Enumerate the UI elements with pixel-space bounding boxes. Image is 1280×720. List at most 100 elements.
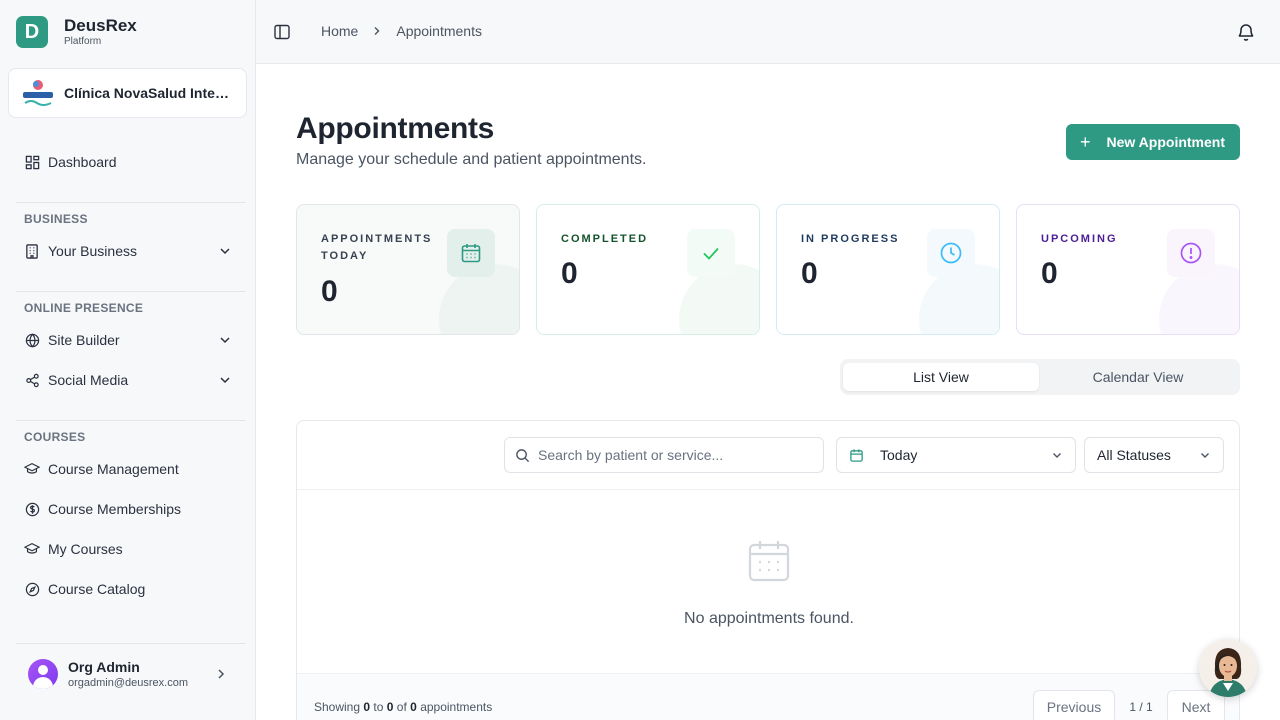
breadcrumb-current: Appointments: [396, 23, 482, 39]
sidebar-item-label: My Courses: [48, 541, 123, 557]
showing-of-label: of: [396, 700, 407, 714]
brand[interactable]: D DeusRex Platform: [16, 16, 137, 48]
sidebar-item-course-management[interactable]: Course Management: [16, 454, 240, 484]
new-appointment-label: New Appointment: [1106, 134, 1225, 150]
chevron-down-icon: [220, 337, 230, 344]
user-name: Org Admin: [68, 659, 140, 675]
organization-name: Clínica NovaSalud Integ…: [64, 85, 236, 101]
stat-label: COMPLETED: [561, 233, 649, 245]
assistant-chat-button[interactable]: [1199, 639, 1257, 697]
chevron-down-icon: [1201, 453, 1209, 458]
sidebar-item-label: Site Builder: [48, 332, 120, 348]
sidebar-item-social-media[interactable]: Social Media: [16, 365, 240, 395]
sidebar-item-label: Your Business: [48, 243, 137, 259]
sidebar-item-dashboard[interactable]: Dashboard: [16, 147, 240, 177]
pagination-footer: Showing 0 to 0 of 0 appointments Previou…: [297, 673, 1239, 720]
brand-name: DeusRex: [64, 16, 137, 35]
page-subtitle: Manage your schedule and patient appoint…: [296, 151, 647, 168]
chevron-right-icon: [371, 25, 383, 37]
sidebar-toggle-icon[interactable]: [273, 23, 291, 41]
dashboard-icon: [24, 154, 40, 170]
view-toggle: List View Calendar View: [840, 359, 1240, 395]
user-menu[interactable]: Org Admin orgadmin@deusrex.com: [16, 650, 240, 698]
calendar-icon: [447, 229, 495, 277]
stat-card-in-progress: IN PROGRESS 0: [776, 204, 1000, 335]
sidebar-item-label: Course Memberships: [48, 501, 182, 517]
sidebar-item-label: Course Catalog: [48, 581, 146, 597]
status-filter-value: All Statuses: [1097, 447, 1171, 463]
dollar-circle-icon: [24, 501, 40, 517]
chevron-down-icon: [1053, 453, 1061, 458]
new-appointment-button[interactable]: + New Appointment: [1066, 124, 1240, 160]
plus-icon: +: [1080, 132, 1091, 152]
organization-switcher[interactable]: Clínica NovaSalud Integ…: [8, 68, 247, 118]
share-icon: [24, 372, 40, 388]
sidebar-item-label: Course Management: [48, 461, 179, 477]
search-box[interactable]: [504, 437, 824, 473]
empty-state: No appointments found.: [297, 539, 1239, 628]
organization-logo: [21, 76, 55, 110]
stat-value: 0: [1041, 257, 1058, 290]
stat-card-appointments-today: APPOINTMENTS TODAY 0: [296, 204, 520, 335]
page-title: Appointments: [296, 112, 495, 145]
showing-label: Showing: [314, 700, 361, 714]
chevron-right-icon: [218, 669, 225, 679]
sidebar-item-label: Social Media: [48, 372, 129, 388]
stat-label: APPOINTMENTS TODAY: [321, 233, 433, 262]
search-input[interactable]: [538, 447, 808, 463]
sidebar-item-site-builder[interactable]: Site Builder: [16, 325, 240, 355]
previous-page-button[interactable]: Previous: [1033, 690, 1115, 720]
sidebar-item-label: Dashboard: [48, 154, 117, 170]
sidebar-item-course-catalog[interactable]: Course Catalog: [16, 574, 240, 604]
stat-card-completed: COMPLETED 0: [536, 204, 760, 335]
avatar: [28, 659, 58, 689]
graduation-cap-icon: [24, 461, 40, 477]
search-icon: [516, 448, 530, 462]
showing-from: 0: [363, 700, 371, 714]
divider: [16, 420, 246, 421]
tab-list-view[interactable]: List View: [843, 363, 1039, 391]
check-icon: [687, 229, 735, 277]
showing-suffix: appointments: [420, 700, 493, 714]
stat-label: IN PROGRESS: [801, 233, 900, 245]
user-info: Org Admin orgadmin@deusrex.com: [68, 658, 188, 690]
tab-calendar-view[interactable]: Calendar View: [1040, 363, 1236, 391]
top-bar: Home Appointments: [256, 0, 1280, 64]
showing-to-label: to: [373, 700, 384, 714]
showing-to: 0: [386, 700, 394, 714]
calendar-icon: [748, 541, 790, 582]
filter-bar: Today All Statuses: [297, 421, 1239, 490]
pagination-summary: Showing 0 to 0 of 0 appointments: [314, 700, 492, 714]
divider: [16, 291, 246, 292]
assistant-avatar-icon: [1199, 639, 1257, 697]
sidebar-item-my-courses[interactable]: My Courses: [16, 534, 240, 564]
stat-label: UPCOMING: [1041, 233, 1118, 245]
sidebar-item-your-business[interactable]: Your Business: [16, 236, 240, 266]
user-email: orgadmin@deusrex.com: [68, 677, 188, 689]
stat-value: 0: [801, 257, 818, 290]
main-content: Appointments Manage your schedule and pa…: [256, 64, 1280, 720]
status-filter-select[interactable]: All Statuses: [1084, 437, 1224, 473]
stat-value: 0: [561, 257, 578, 290]
chevron-down-icon: [220, 248, 230, 255]
stat-value: 0: [321, 275, 338, 308]
brand-subtitle: Platform: [64, 36, 102, 47]
brand-logo: D: [16, 16, 48, 48]
clock-icon: [927, 229, 975, 277]
page-indicator: 1 / 1: [1129, 700, 1153, 714]
graduation-cap-icon: [24, 541, 40, 557]
appointments-panel: Today All Statuses No appointments found…: [296, 420, 1240, 720]
calendar-icon: [850, 448, 863, 462]
divider: [16, 202, 246, 203]
breadcrumb-home[interactable]: Home: [321, 23, 358, 39]
sidebar: D DeusRex Platform Clínica NovaSalud Int…: [0, 0, 256, 720]
section-label-business: BUSINESS: [24, 212, 88, 226]
sidebar-item-course-memberships[interactable]: Course Memberships: [16, 494, 240, 524]
bell-icon[interactable]: [1236, 22, 1256, 42]
globe-icon: [24, 332, 40, 348]
alert-circle-icon: [1167, 229, 1215, 277]
date-filter-select[interactable]: Today: [836, 437, 1076, 473]
compass-icon: [24, 581, 40, 597]
section-label-courses: COURSES: [24, 430, 86, 444]
breadcrumb: Home Appointments: [321, 23, 482, 39]
